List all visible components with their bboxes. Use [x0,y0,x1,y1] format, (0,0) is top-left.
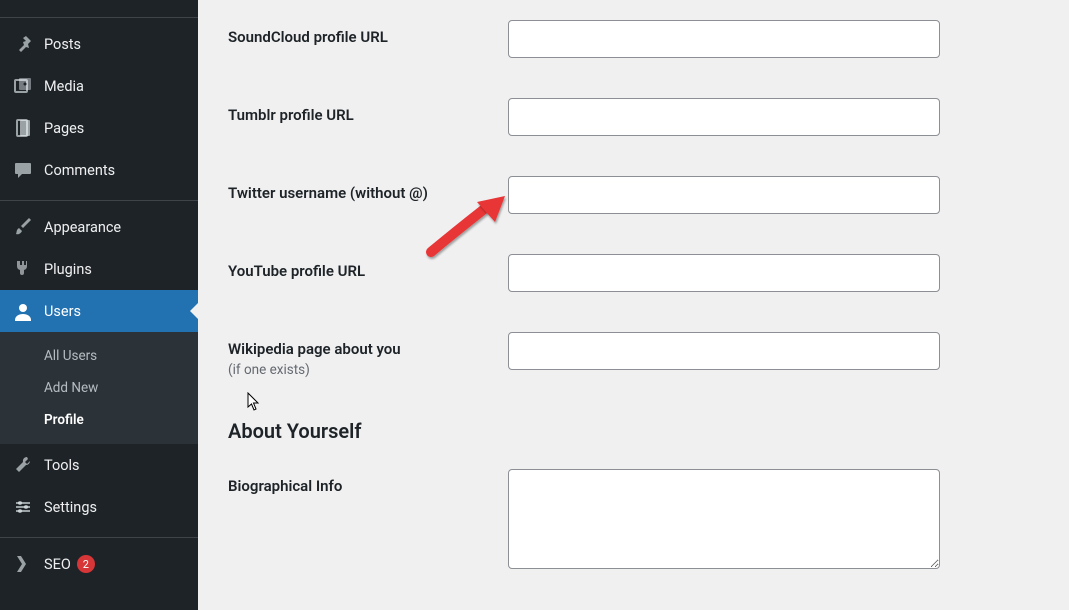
profile-form-content: SoundCloud profile URL Tumblr profile UR… [198,0,1069,610]
field-label: Twitter username (without @) [228,176,508,204]
pin-icon [12,34,34,54]
submenu-label: Add New [44,380,98,396]
settings-icon [12,497,34,517]
field-row-tumblr: Tumblr profile URL [228,78,1049,156]
submenu-label: All Users [44,348,97,364]
user-icon [12,301,34,321]
field-row-youtube: YouTube profile URL [228,234,1049,312]
field-label: Tumblr profile URL [228,98,508,126]
field-row-soundcloud: SoundCloud profile URL [228,0,1049,78]
field-label: Biographical Info [228,469,508,497]
sidebar-item-qsandbox[interactable]: qSandbox [0,0,198,8]
seo-icon [12,554,34,574]
sidebar-item-comments[interactable]: Comments [0,149,198,191]
wrench-icon [12,455,34,475]
menu-label: Tools [44,457,80,474]
menu-label: Pages [44,120,84,137]
media-icon [12,76,34,96]
menu-label: Users [44,303,81,320]
soundcloud-input[interactable] [508,20,940,58]
field-row-bio: Biographical Info [228,449,1049,593]
submenu-item-profile[interactable]: Profile [0,404,198,436]
section-heading-about: About Yourself [228,419,1049,443]
submenu-item-all-users[interactable]: All Users [0,340,198,372]
wikipedia-input[interactable] [508,332,940,370]
admin-sidebar: qSandbox Posts Media Pages Comments [0,0,198,610]
pages-icon [12,118,34,138]
menu-label: Settings [44,499,97,516]
sidebar-item-plugins[interactable]: Plugins [0,248,198,290]
users-submenu: All Users Add New Profile [0,332,198,444]
field-label: Wikipedia page about you (if one exists) [228,332,508,379]
seo-badge: 2 [77,555,95,573]
sidebar-item-tools[interactable]: Tools [0,444,198,486]
menu-label: Media [44,78,84,95]
menu-label: Posts [44,36,81,53]
sidebar-item-media[interactable]: Media [0,65,198,107]
submenu-item-add-new[interactable]: Add New [0,372,198,404]
sidebar-item-seo[interactable]: SEO 2 [0,543,198,585]
comments-icon [12,160,34,180]
field-row-wikipedia: Wikipedia page about you (if one exists) [228,312,1049,399]
sidebar-item-posts[interactable]: Posts [0,23,198,65]
menu-label: Plugins [44,261,92,278]
tumblr-input[interactable] [508,98,940,136]
field-label: SoundCloud profile URL [228,20,508,48]
menu-label: SEO [44,556,71,573]
field-label-text: Wikipedia page about you [228,340,401,358]
menu-separator [0,196,198,201]
field-label: YouTube profile URL [228,254,508,282]
field-hint: (if one exists) [228,362,508,380]
menu-separator [0,13,198,18]
menu-label: Comments [44,162,115,179]
brush-icon [12,217,34,237]
field-row-twitter: Twitter username (without @) [228,156,1049,234]
plug-icon [12,259,34,279]
menu-label: Appearance [44,219,121,236]
submenu-label: Profile [44,412,84,428]
menu-separator [0,533,198,538]
twitter-input[interactable] [508,176,940,214]
sidebar-item-pages[interactable]: Pages [0,107,198,149]
sidebar-item-users[interactable]: Users [0,290,198,332]
youtube-input[interactable] [508,254,940,292]
sidebar-item-settings[interactable]: Settings [0,486,198,528]
sidebar-item-appearance[interactable]: Appearance [0,206,198,248]
bio-textarea[interactable] [508,469,940,569]
